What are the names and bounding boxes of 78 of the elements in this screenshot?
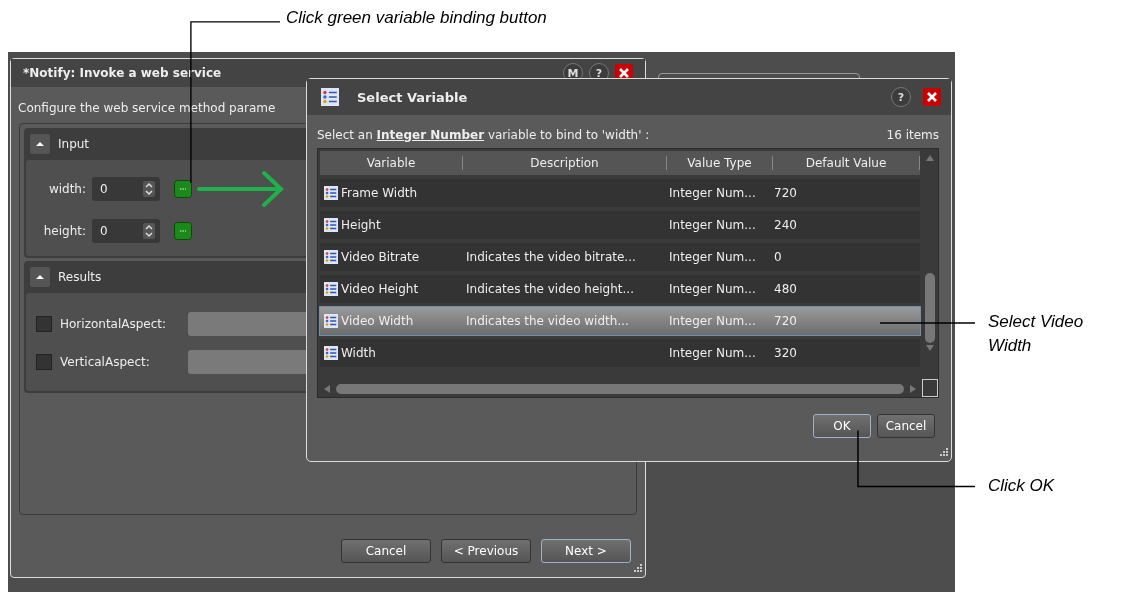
dialog-button[interactable]: Next > — [541, 539, 631, 563]
collapse-icon[interactable] — [30, 267, 50, 287]
list-icon — [324, 282, 338, 296]
dropdown-field[interactable] — [188, 350, 308, 374]
scroll-thumb[interactable] — [925, 273, 935, 343]
checkbox[interactable] — [36, 316, 52, 332]
result-label: HorizontalAspect: — [60, 317, 168, 331]
column-header[interactable]: Description — [463, 156, 667, 170]
prompt-text: Select an Integer Number variable to bind to 'width' : — [317, 128, 650, 142]
list-icon — [324, 346, 338, 360]
checkbox[interactable] — [36, 354, 52, 370]
table-cell: Integer Num... — [669, 186, 756, 200]
table-cell: Indicates the video height... — [466, 282, 634, 296]
column-header[interactable]: Value Type — [667, 156, 773, 170]
spinner-icon[interactable] — [143, 181, 155, 197]
table-cell: 0 — [774, 250, 782, 264]
dialog-button[interactable]: OK — [813, 414, 871, 438]
table-row[interactable]: Video Bitrate Indicates the video bitrate... Integer Num... 0 — [320, 243, 920, 271]
table-cell: Width — [341, 346, 376, 360]
annotation-text: Click OK — [988, 476, 1055, 496]
scroll-thumb[interactable] — [336, 384, 904, 394]
list-icon — [324, 250, 338, 264]
table-row[interactable]: Frame Width Integer Num... 720 — [320, 179, 920, 207]
list-icon — [324, 186, 338, 200]
field-label: height: — [42, 224, 86, 238]
table-cell: 240 — [774, 218, 797, 232]
table-cell: Integer Num... — [669, 314, 756, 328]
dialog-button[interactable]: Cancel — [877, 414, 935, 438]
spinner-icon[interactable] — [143, 223, 155, 239]
table-row[interactable]: Video Height Indicates the video height... Integer Num... 480 — [320, 275, 920, 303]
section-header: Results — [58, 270, 102, 284]
resize-grip-icon[interactable] — [632, 564, 642, 574]
list-icon — [324, 314, 338, 328]
window-title: Select Variable — [357, 89, 469, 105]
annotation-text: Click green variable binding button — [286, 8, 547, 28]
table-row[interactable]: Width Integer Num... 320 — [320, 339, 920, 367]
scroll-up-icon[interactable] — [925, 153, 935, 163]
table-row[interactable]: Height Integer Num... 240 — [320, 211, 920, 239]
list-icon — [324, 218, 338, 232]
table-cell: 480 — [774, 282, 797, 296]
resize-grip-icon[interactable] — [938, 448, 948, 458]
help-button[interactable]: ? — [891, 87, 911, 107]
table-cell: Frame Width — [341, 186, 418, 200]
dialog-button[interactable]: Cancel — [341, 539, 431, 563]
table-cell: Integer Num... — [669, 250, 756, 264]
window-title: *Notify: Invoke a web service — [23, 66, 223, 80]
annotation-text: Select Video Width — [988, 311, 1085, 357]
table-cell: Integer Num... — [669, 346, 756, 360]
column-header[interactable]: Default Value — [773, 156, 920, 170]
table-cell: Indicates the video bitrate... — [466, 250, 636, 264]
table-cell: 720 — [774, 186, 797, 200]
binding-button[interactable] — [174, 222, 192, 240]
number-field[interactable]: 0 — [92, 219, 160, 243]
column-header[interactable]: Variable — [320, 156, 463, 170]
scroll-right-icon[interactable] — [908, 384, 918, 394]
field-label: width: — [47, 182, 86, 196]
table-cell: Integer Num... — [669, 282, 756, 296]
close-icon[interactable] — [923, 88, 941, 106]
collapse-icon[interactable] — [30, 134, 50, 154]
table-cell: 720 — [774, 314, 797, 328]
result-label: VerticalAspect: — [60, 355, 151, 369]
description-text: Configure the web service method parame — [18, 101, 276, 115]
item-count: 16 items — [886, 128, 939, 142]
list-icon — [321, 88, 339, 106]
scrollbar-corner — [922, 379, 938, 397]
table-cell: Indicates the video width... — [466, 314, 629, 328]
table-cell: 320 — [774, 346, 797, 360]
binding-button[interactable] — [174, 180, 192, 198]
table-cell: Integer Num... — [669, 218, 756, 232]
section-header: Input — [58, 137, 90, 151]
table-cell: Video Height — [341, 282, 419, 296]
dialog-button[interactable]: < Previous — [441, 539, 531, 563]
table-cell: Video Bitrate — [341, 250, 420, 264]
dropdown-field[interactable] — [188, 312, 308, 336]
table-cell: Height — [341, 218, 381, 232]
scroll-left-icon[interactable] — [322, 384, 332, 394]
table-cell: Video Width — [341, 314, 414, 328]
number-field[interactable]: 0 — [92, 177, 160, 201]
